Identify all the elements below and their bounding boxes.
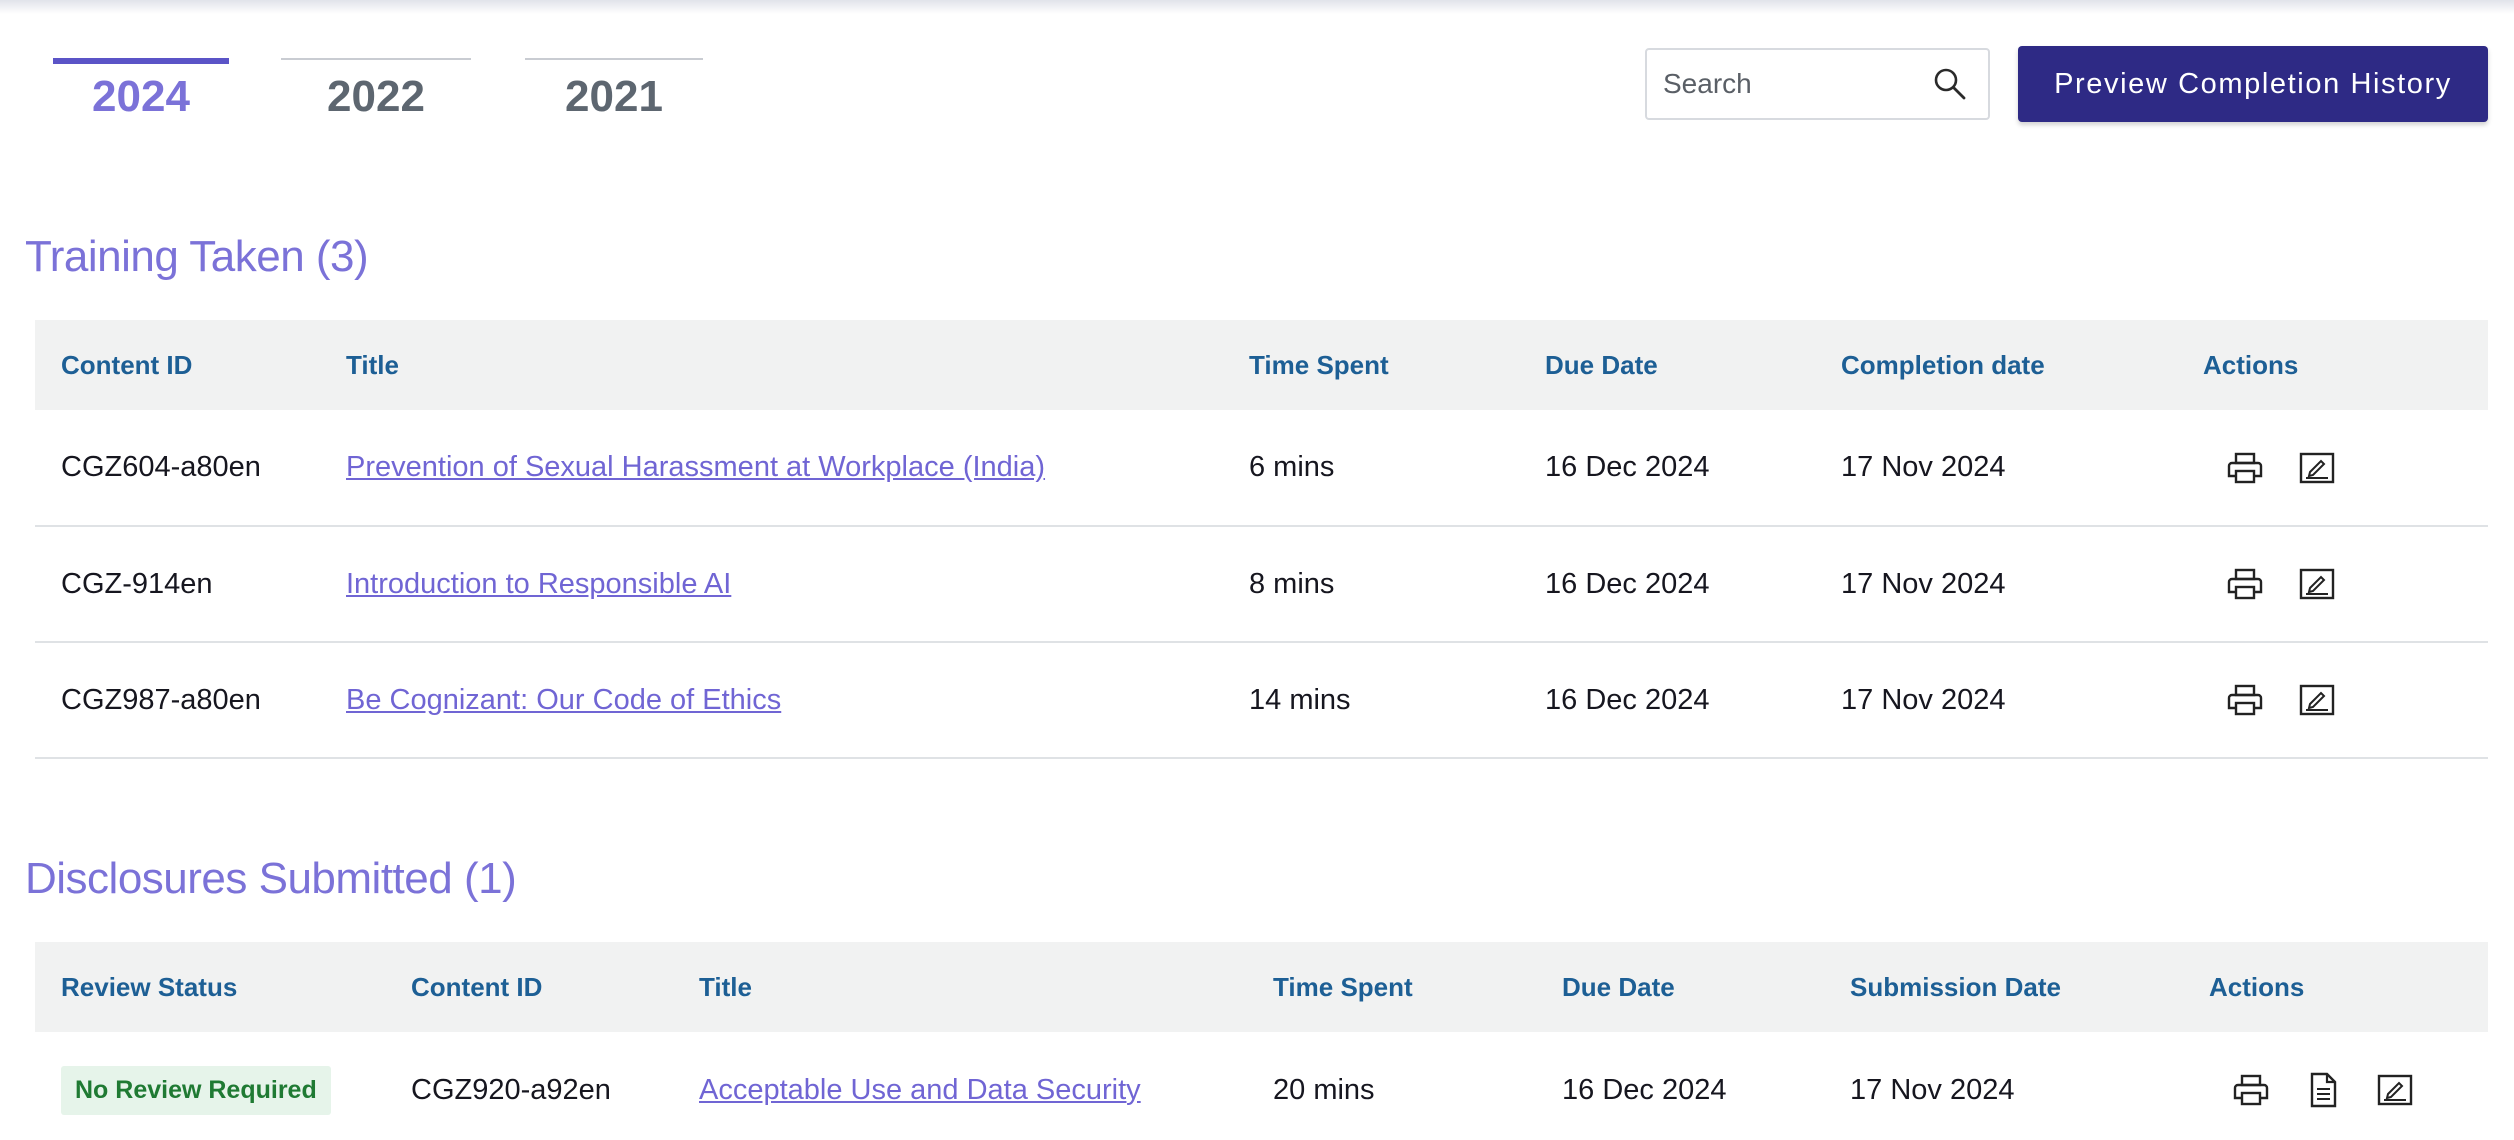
signature-icon[interactable] [2297,680,2337,720]
column-header-actions: Actions [2209,971,2305,1002]
column-header-time-spent[interactable]: Time Spent [1247,942,1536,1032]
row-actions [2203,680,2488,720]
search-icon[interactable] [1932,66,1968,102]
column-header-content-id[interactable]: Content ID [35,320,320,410]
due-date-cell: 16 Dec 2024 [1545,683,1710,716]
table-header-row: Content ID Title Time Spent Due Date Com… [35,320,2488,410]
content-id-cell: CGZ604-a80en [61,451,261,483]
completion-date-cell: 17 Nov 2024 [1841,451,2006,483]
completion-date-cell: 17 Nov 2024 [1841,567,2006,600]
table-row: CGZ-914en Introduction to Responsible AI… [35,526,2488,642]
content-id-cell: CGZ-914en [61,567,213,600]
row-actions [2209,1070,2488,1110]
column-header-content-id[interactable]: Content ID [385,942,673,1032]
column-header-due-date[interactable]: Due Date [1519,320,1815,410]
column-header-completion-date[interactable]: Completion date [1815,320,2177,410]
completion-date-cell: 17 Nov 2024 [1841,683,2006,716]
preview-completion-history-button[interactable]: Preview Completion History [2018,46,2488,122]
time-spent-cell: 20 mins [1273,1073,1375,1106]
document-icon[interactable] [2303,1070,2343,1110]
header-shadow [0,0,2514,14]
tab-2021[interactable]: 2021 [525,58,703,138]
table-row: No Review Required CGZ920-a92en Acceptab… [35,1032,2488,1140]
training-title-link[interactable]: Be Cognizant: Our Code of Ethics [346,684,781,716]
signature-icon[interactable] [2375,1070,2415,1110]
training-table: Content ID Title Time Spent Due Date Com… [35,320,2488,759]
column-header-title[interactable]: Title [673,942,1247,1032]
time-spent-cell: 6 mins [1249,451,1335,483]
training-taken-heading: Training Taken (3) [25,232,369,281]
table-header-row: Review Status Content ID Title Time Spen… [35,942,2488,1032]
submission-date-cell: 17 Nov 2024 [1850,1073,2015,1106]
search-input[interactable] [1663,50,1933,118]
due-date-cell: 16 Dec 2024 [1545,451,1710,483]
time-spent-cell: 14 mins [1249,683,1351,716]
search-box [1645,48,1990,120]
table-row: CGZ987-a80en Be Cognizant: Our Code of E… [35,642,2488,758]
disclosure-title-link[interactable]: Acceptable Use and Data Security [699,1074,1141,1106]
due-date-cell: 16 Dec 2024 [1562,1073,1727,1106]
time-spent-cell: 8 mins [1249,567,1335,600]
column-header-review-status[interactable]: Review Status [35,942,385,1032]
review-status-badge: No Review Required [61,1065,331,1115]
signature-icon[interactable] [2297,564,2337,604]
table-row: CGZ604-a80en Prevention of Sexual Harass… [35,410,2488,526]
disclosures-table: Review Status Content ID Title Time Spen… [35,942,2488,1140]
column-header-title[interactable]: Title [320,320,1223,410]
print-icon[interactable] [2225,448,2265,488]
tab-2022[interactable]: 2022 [281,58,471,138]
column-header-due-date[interactable]: Due Date [1536,942,1824,1032]
due-date-cell: 16 Dec 2024 [1545,567,1710,600]
row-actions [2203,564,2488,604]
print-icon[interactable] [2225,564,2265,604]
print-icon[interactable] [2225,680,2265,720]
row-actions [2203,448,2488,488]
signature-icon[interactable] [2297,448,2337,488]
print-icon[interactable] [2231,1070,2271,1110]
column-header-submission-date[interactable]: Submission Date [1824,942,2183,1032]
content-id-cell: CGZ920-a92en [411,1073,611,1106]
training-title-link[interactable]: Introduction to Responsible AI [346,568,731,600]
content-id-cell: CGZ987-a80en [61,683,261,716]
disclosures-submitted-heading: Disclosures Submitted (1) [25,854,517,903]
training-title-link[interactable]: Prevention of Sexual Harassment at Workp… [346,451,1045,483]
column-header-time-spent[interactable]: Time Spent [1223,320,1519,410]
column-header-actions: Actions [2203,349,2299,380]
tab-2024[interactable]: 2024 [53,58,229,138]
